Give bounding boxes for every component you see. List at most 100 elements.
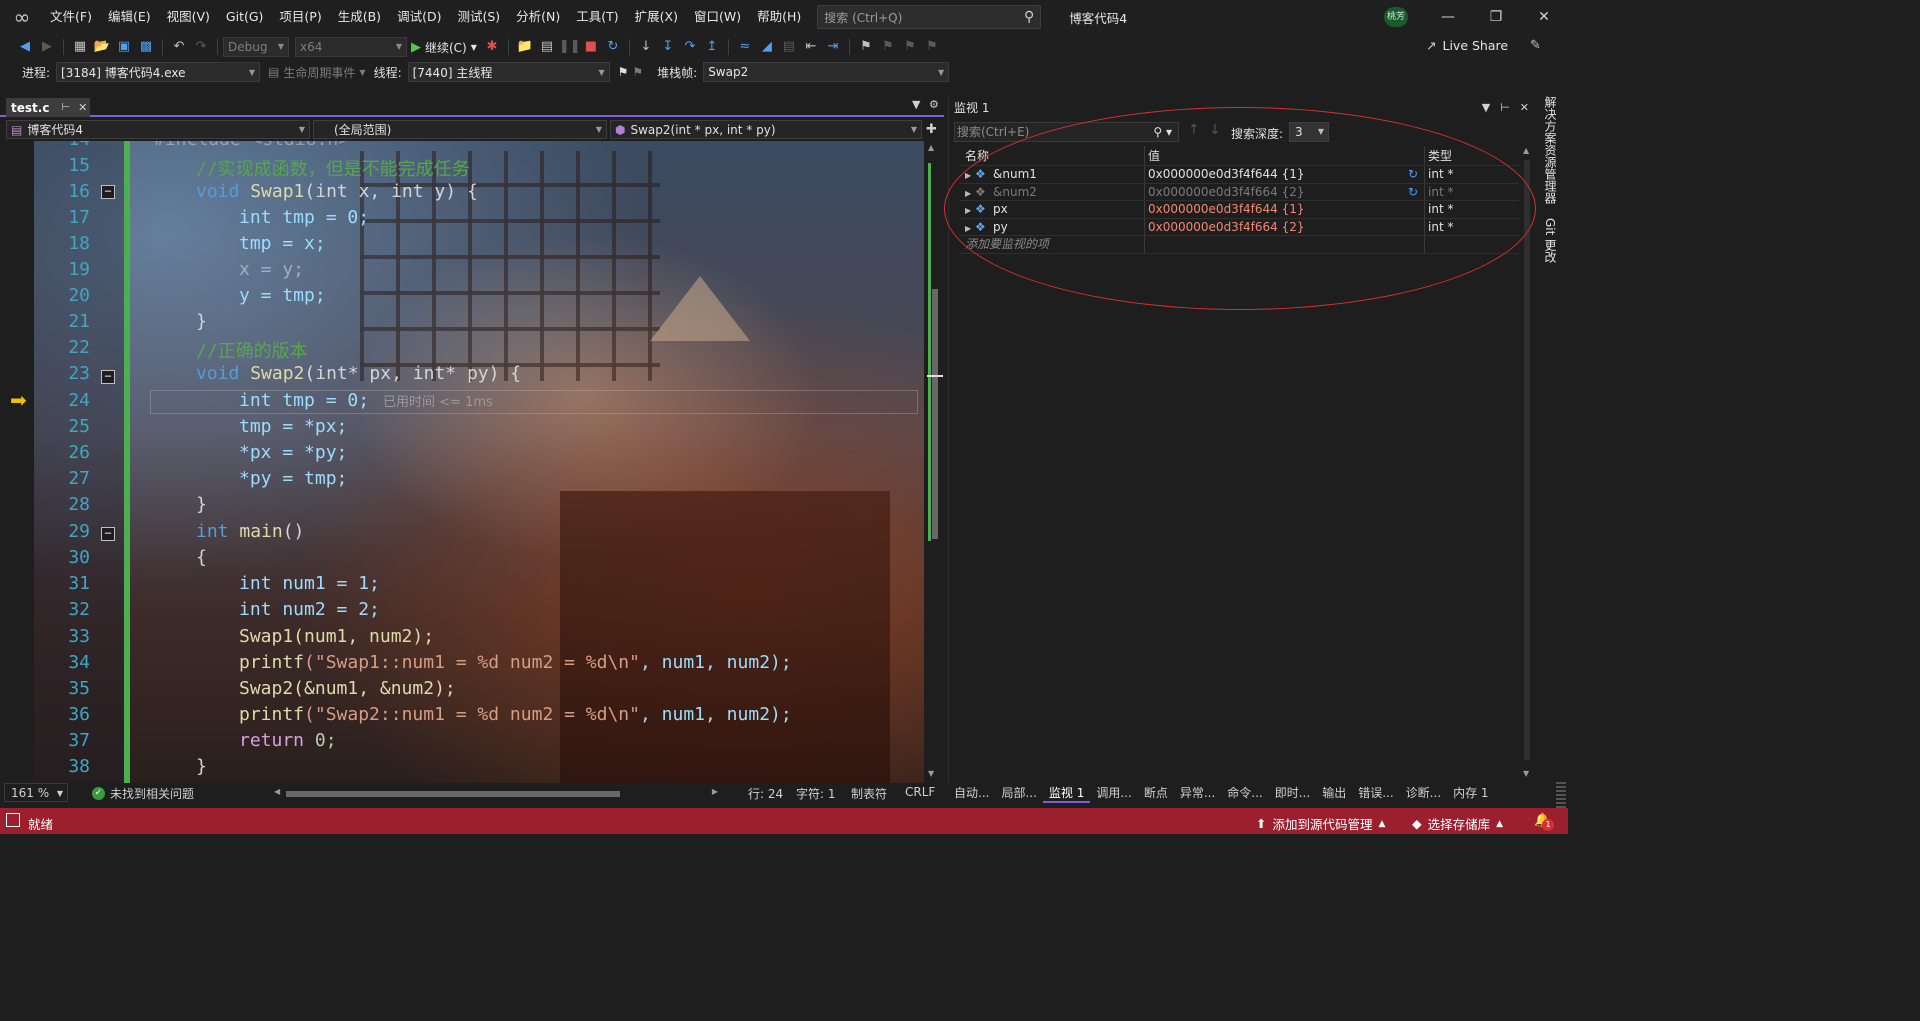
search-depth-dropdown[interactable]: 3 ▼ [1289, 122, 1329, 142]
flag-filter-icon[interactable]: ⚑ [632, 65, 643, 79]
indent-icon[interactable]: ⇤ [801, 37, 821, 57]
editor-vertical-scrollbar[interactable]: ▲ ▼ [924, 141, 944, 783]
process-dropdown[interactable]: [3184] 博客代码4.exe ▼ [56, 62, 261, 82]
scroll-down-icon[interactable]: ▼ [1523, 769, 1529, 778]
expand-arrow-icon[interactable]: ▶ [965, 220, 975, 236]
comment-icon[interactable]: ▤ [779, 37, 799, 57]
prev-bookmark-icon[interactable]: ⚑ [878, 37, 898, 57]
select-repository-button[interactable]: ◆ 选择存储库 ▲ [1412, 814, 1503, 833]
tab-watch1[interactable]: 监视 1 [1042, 783, 1091, 803]
split-editor-icon[interactable]: ✚ [926, 122, 937, 137]
indicator-margin[interactable] [0, 141, 34, 783]
output-window-icon[interactable] [6, 813, 20, 827]
code-editor[interactable]: ➡ − − − 14#include <stdio.h> 15//实现成函数，但… [0, 141, 944, 783]
window-position-icon[interactable]: ▼ [1482, 97, 1490, 119]
continue-button[interactable]: ▶ 继续(C) ▼ [411, 39, 477, 56]
flag-thread-icon[interactable]: ⚑ [618, 65, 629, 79]
tab-breakpoints[interactable]: 断点 [1138, 783, 1174, 803]
menu-help[interactable]: 帮助(H) [749, 0, 809, 34]
search-previous-icon[interactable]: ↑ [1188, 122, 1200, 138]
char-indicator[interactable]: 字符: 1 [796, 785, 836, 802]
watch-vertical-scrollbar[interactable]: ▲ ▼ [1521, 146, 1533, 778]
watch-name[interactable]: px [993, 202, 1008, 216]
open-file-icon[interactable]: 📂 [92, 37, 112, 57]
step-into-icon[interactable]: ↧ [658, 37, 678, 57]
lifecycle-events-button[interactable]: ▤ 生命周期事件 ▼ [268, 64, 366, 81]
break-all-icon[interactable]: ❚❚ [559, 37, 581, 57]
outdent-icon[interactable]: ⇥ [823, 37, 843, 57]
scrollbar-thumb[interactable] [932, 289, 938, 539]
watch-name[interactable]: &num1 [993, 167, 1037, 181]
watch-row[interactable]: ▶ ❖ py 0x000000e0d3f4f664 {2} int * [959, 218, 1519, 236]
tab-exceptions[interactable]: 异常... [1174, 783, 1221, 803]
browse-folder-icon[interactable]: 📁 [515, 37, 535, 57]
stackframe-dropdown[interactable]: Swap2 ▼ [703, 62, 950, 82]
menu-debug[interactable]: 调试(D) [389, 0, 449, 34]
menu-test[interactable]: 测试(S) [449, 0, 508, 34]
minimize-icon[interactable]: — [1424, 0, 1472, 34]
watch-value[interactable]: 0x000000e0d3f4f644 {1} [1148, 167, 1305, 181]
navigate-back-icon[interactable]: ◀ [15, 37, 35, 57]
search-icon[interactable]: ⚲ ▾ [1153, 123, 1172, 141]
close-icon[interactable]: ✕ [78, 101, 87, 114]
scroll-down-icon[interactable]: ▼ [928, 769, 934, 778]
navigate-forward-icon[interactable]: ▶ [37, 37, 57, 57]
save-all-icon[interactable]: ▩ [136, 37, 156, 57]
resize-grip[interactable] [1556, 780, 1566, 808]
tab-output[interactable]: 输出 [1316, 783, 1352, 803]
watch-name[interactable]: py [993, 220, 1008, 234]
global-search-box[interactable]: 搜索 (Ctrl+Q) ⚲ [817, 5, 1042, 29]
restart-icon[interactable]: ↻ [603, 37, 623, 57]
line-ending-indicator[interactable]: CRLF [905, 785, 935, 799]
line-indicator[interactable]: 行: 24 [748, 785, 783, 802]
refresh-icon[interactable]: ↻ [1408, 166, 1418, 183]
diagnostics-icon[interactable]: ▤ [537, 37, 557, 57]
tab-memory1[interactable]: 内存 1 [1447, 783, 1494, 803]
search-next-icon[interactable]: ↓ [1209, 122, 1221, 138]
menu-extensions[interactable]: 扩展(X) [627, 0, 686, 34]
stop-debugging-icon[interactable]: ■ [581, 37, 601, 57]
watch-value[interactable]: 0x000000e0d3f4f644 {1} [1148, 202, 1305, 216]
hex-display-icon[interactable]: ≈ [735, 37, 755, 57]
expand-arrow-icon[interactable]: ▶ [965, 202, 975, 218]
undo-icon[interactable]: ↶ [169, 37, 189, 57]
feedback-icon[interactable]: ✎ [1530, 38, 1541, 53]
gear-icon[interactable]: ⚙ [929, 98, 939, 111]
solution-explorer-tab[interactable]: 解决方案资源管理器 [1542, 96, 1559, 204]
perf-tip[interactable]: 已用时间 <= 1ms [383, 395, 493, 410]
toggle-breakpoint-icon[interactable]: ◢ [757, 37, 777, 57]
user-avatar[interactable]: 桃芳 [1384, 7, 1408, 27]
scrollbar-track[interactable] [1524, 160, 1530, 760]
watch-row[interactable]: ▶ ❖ px 0x000000e0d3f4f644 {1} int * [959, 201, 1519, 219]
column-header-value[interactable]: 值 [1145, 146, 1425, 165]
expand-arrow-icon[interactable]: ▶ [965, 167, 975, 183]
add-watch-placeholder[interactable]: 添加要监视的项 [965, 237, 1049, 251]
step-over-icon[interactable]: ↷ [680, 37, 700, 57]
menu-tools[interactable]: 工具(T) [568, 0, 626, 34]
menu-file[interactable]: 文件(F) [42, 0, 100, 34]
visual-studio-logo-icon[interactable]: ∞ [10, 5, 34, 29]
watch-value[interactable]: 0x000000e0d3f4f664 {2} [1148, 185, 1305, 199]
tab-diagnostics[interactable]: 诊断... [1400, 783, 1447, 803]
next-bookmark-icon[interactable]: ⚑ [900, 37, 920, 57]
menu-git[interactable]: Git(G) [218, 0, 272, 34]
new-project-icon[interactable]: ▦ [70, 37, 90, 57]
close-icon[interactable]: ✕ [1520, 97, 1529, 119]
watch-name[interactable]: &num2 [993, 185, 1037, 199]
show-next-statement-icon[interactable]: ↓ [636, 37, 656, 57]
zoom-dropdown[interactable]: 161 % ▼ [4, 783, 68, 802]
tab-list-dropdown-icon[interactable]: ▼ [912, 98, 920, 111]
column-header-name[interactable]: 名称 [959, 146, 1145, 165]
notifications-button[interactable]: 🔔 1 [1534, 813, 1554, 831]
save-icon[interactable]: ▣ [114, 37, 134, 57]
menu-build[interactable]: 生成(B) [330, 0, 389, 34]
watch-row[interactable]: ▶ ❖ &num2 0x000000e0d3f4f664 {2} ↻ int * [959, 183, 1519, 201]
watch-search-input[interactable]: 搜索(Ctrl+E) ⚲ ▾ [954, 122, 1179, 142]
step-out-icon[interactable]: ↥ [702, 37, 722, 57]
tab-command[interactable]: 命令... [1221, 783, 1268, 803]
menu-edit[interactable]: 编辑(E) [100, 0, 159, 34]
add-watch-row[interactable]: 添加要监视的项 [959, 236, 1519, 254]
scope-dropdown[interactable]: (全局范围) ▼ [313, 120, 607, 139]
expand-arrow-icon[interactable]: ▶ [965, 185, 975, 201]
tab-locals[interactable]: 局部... [995, 783, 1042, 803]
